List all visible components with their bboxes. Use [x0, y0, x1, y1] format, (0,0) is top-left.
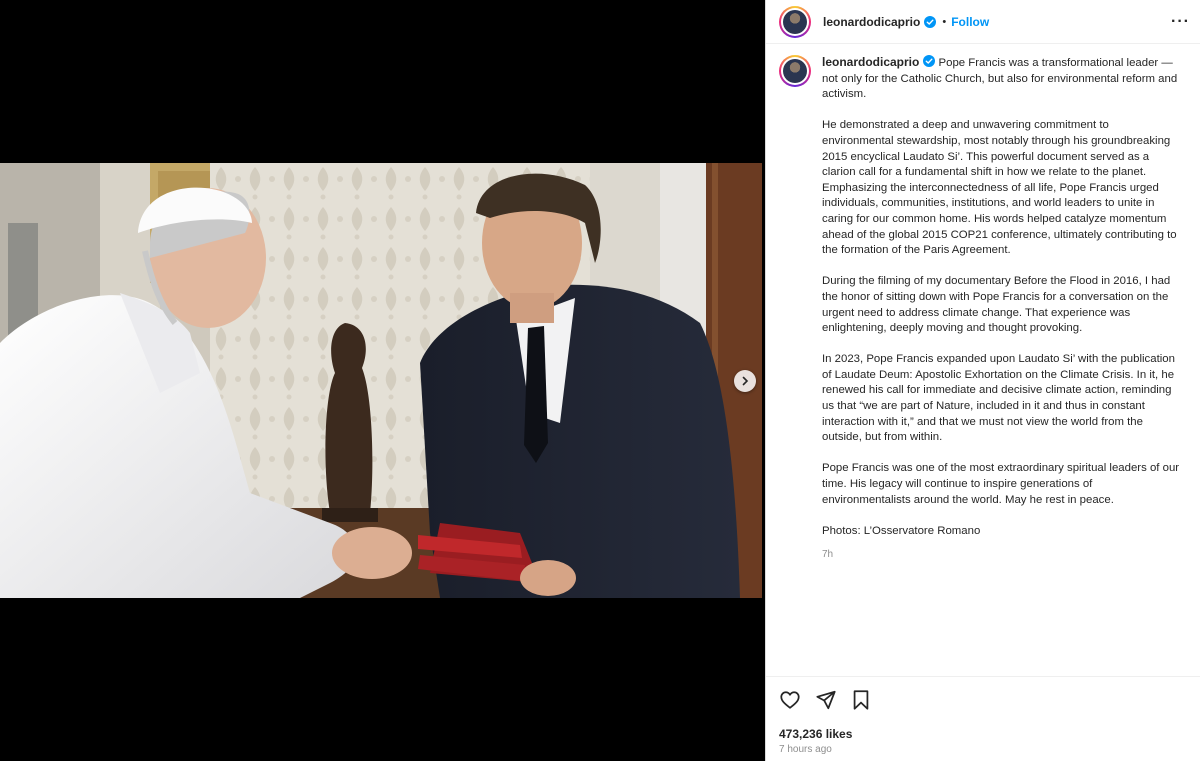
post-details-panel: leonardodicaprio • Follow ··· leonardodi…	[765, 0, 1200, 761]
caption-paragraph-2: He demonstrated a deep and unwavering co…	[822, 119, 1177, 257]
verified-badge-icon	[923, 55, 936, 67]
follow-button[interactable]: Follow	[951, 15, 989, 29]
header-username[interactable]: leonardodicaprio	[823, 15, 920, 29]
post-photo[interactable]	[0, 163, 762, 598]
save-button[interactable]	[851, 689, 871, 711]
more-options-button[interactable]: ···	[1171, 13, 1190, 31]
paper-plane-icon	[816, 690, 836, 710]
like-button[interactable]	[779, 689, 801, 711]
caption-paragraph-3: During the filming of my documentary Bef…	[822, 275, 1171, 335]
photo-illustration	[0, 163, 762, 598]
caption-paragraph-4: In 2023, Pope Francis expanded upon Laud…	[822, 353, 1175, 444]
avatar[interactable]	[779, 5, 811, 38]
action-bar: 473,236 likes 7 hours ago	[766, 676, 1200, 755]
likes-count[interactable]: 473,236 likes	[779, 727, 1188, 741]
caption-paragraph-1: leonardodicaprio Pope Francis was a tran…	[822, 55, 1182, 103]
verified-badge-icon	[924, 15, 937, 28]
next-photo-button[interactable]	[734, 370, 756, 392]
caption-section: leonardodicaprio Pope Francis was a tran…	[766, 55, 1200, 675]
post-header: leonardodicaprio • Follow ···	[766, 0, 1200, 44]
caption-text: leonardodicaprio Pope Francis was a tran…	[822, 55, 1182, 563]
chevron-right-icon	[742, 376, 749, 386]
caption-photo-credit: Photos: L’Osservatore Romano	[822, 524, 981, 537]
posted-time[interactable]: 7 hours ago	[779, 744, 1188, 755]
share-button[interactable]	[815, 689, 837, 711]
caption-username[interactable]: leonardodicaprio	[822, 55, 919, 69]
avatar-image	[783, 9, 807, 34]
separator-dot: •	[942, 15, 947, 28]
post-viewer: leonardodicaprio • Follow ··· leonardodi…	[0, 0, 1200, 761]
caption-paragraph-5: Pope Francis was one of the most extraor…	[822, 462, 1180, 506]
caption-timestamp: 7h	[822, 549, 834, 560]
bookmark-icon	[853, 690, 869, 710]
heart-icon	[780, 691, 800, 709]
media-area	[0, 0, 765, 761]
caption-avatar[interactable]	[779, 55, 811, 87]
